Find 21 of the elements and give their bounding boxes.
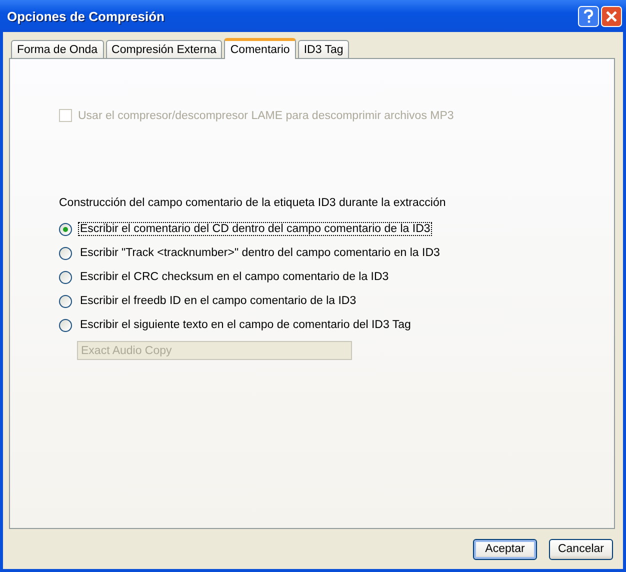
radio-button[interactable] — [59, 318, 72, 332]
radio-label: Escribir el comentario del CD dentro del campo comentario de la ID3 — [78, 222, 432, 236]
tab[interactable]: ID3 Tag — [298, 40, 350, 58]
window-title: Opciones de Compresión — [7, 8, 164, 24]
radio-label: Escribir "Track <tracknumber>" dentro del campo comentario en la ID3 — [79, 246, 441, 260]
dialog-button[interactable]: Aceptar — [473, 538, 537, 560]
tab[interactable]: Forma de Onda — [11, 40, 104, 58]
radio-button[interactable] — [59, 270, 72, 284]
help-button[interactable] — [578, 6, 599, 26]
radio-button[interactable] — [59, 294, 72, 308]
close-button[interactable] — [601, 6, 622, 26]
checkbox-label: Usar el compresor/descompresor LAME para descomprimir archivos MP3 — [78, 110, 454, 122]
radio-button[interactable] — [59, 222, 72, 236]
tab[interactable]: Comentario — [224, 38, 296, 59]
dialog-button[interactable]: Cancelar — [549, 538, 613, 560]
radio-label: Escribir el siguiente texto en el campo de comentario del ID3 Tag — [79, 318, 412, 332]
radio-label: Escribir el freedb ID en el campo comentario de la ID3 — [79, 294, 358, 308]
tab[interactable]: Compresión Externa — [106, 40, 222, 58]
radio-label: Escribir el CRC checksum en el campo comentario de la ID3 — [79, 270, 390, 284]
section-label: Construcción del campo comentario de la etiqueta ID3 durante la extracción — [59, 197, 447, 209]
radio-button[interactable] — [59, 246, 72, 260]
